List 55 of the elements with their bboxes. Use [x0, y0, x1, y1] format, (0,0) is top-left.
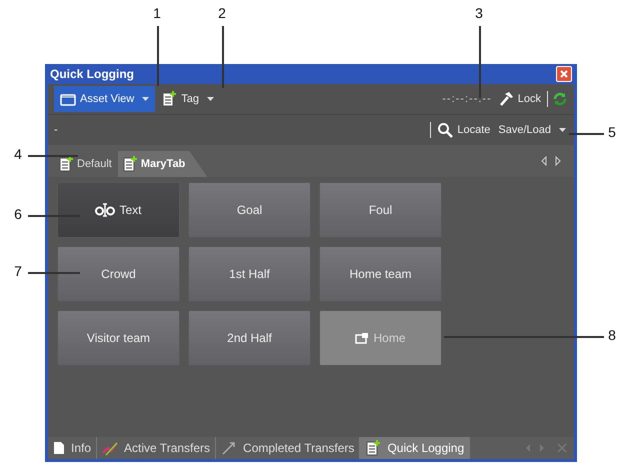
callout-number: 6	[13, 206, 23, 222]
callout-number: 4	[13, 146, 23, 162]
transfer-icon	[221, 440, 238, 456]
caret-icon	[559, 128, 566, 132]
hammer-icon	[498, 91, 514, 107]
leader-line	[479, 26, 481, 98]
panel-tab[interactable]: Active Transfers	[97, 437, 216, 459]
locate-button[interactable]: Locate	[435, 122, 492, 138]
refresh-icon[interactable]	[552, 91, 568, 107]
save-load-button[interactable]: Save/Load	[496, 124, 568, 136]
leader-line	[569, 133, 604, 135]
log-button[interactable]: Crowd	[57, 246, 180, 302]
leader-line	[157, 26, 159, 86]
notepad-icon	[365, 440, 382, 456]
leader-line	[28, 272, 80, 274]
leader-line	[222, 26, 224, 88]
folder-icon	[60, 92, 76, 106]
window-title: Quick Logging	[50, 67, 134, 81]
tag-button[interactable]: Tag	[159, 91, 216, 107]
log-button[interactable]: Home	[319, 310, 442, 366]
asset-view-button[interactable]: Asset View	[54, 86, 156, 112]
search-icon	[437, 122, 454, 138]
caret-icon	[142, 97, 150, 101]
text-cursor-icon	[95, 203, 116, 217]
callout-number: 1	[152, 5, 162, 21]
callout-number: 7	[13, 263, 23, 279]
callout-number: 5	[607, 124, 617, 140]
close-icon	[559, 69, 569, 79]
callout-number: 2	[217, 5, 227, 21]
log-button[interactable]: 2nd Half	[188, 310, 311, 366]
log-button[interactable]: Foul	[319, 182, 442, 238]
notepad-icon	[122, 156, 138, 172]
notepad-icon	[58, 156, 74, 172]
lock-button[interactable]: Lock	[496, 91, 543, 107]
log-button[interactable]: Home team	[319, 246, 442, 302]
notepad-icon	[161, 91, 178, 107]
log-button[interactable]: 1st Half	[188, 246, 311, 302]
status-text: -	[54, 124, 58, 136]
callout-number: 3	[474, 5, 484, 21]
log-button[interactable]: Goal	[188, 182, 311, 238]
transfer-icon	[102, 440, 118, 456]
log-button[interactable]: Visitor team	[57, 310, 180, 366]
leader-line	[28, 155, 78, 157]
close-button[interactable]	[556, 66, 572, 82]
panel-tab[interactable]: Info	[48, 437, 98, 459]
panel-tab[interactable]: Quick Logging	[360, 437, 470, 459]
leader-line	[28, 215, 80, 217]
timecode: --:--:--:--	[442, 93, 492, 105]
folder-icon	[355, 332, 370, 344]
caret-icon	[206, 97, 214, 101]
log-button[interactable]: Text	[57, 182, 180, 238]
scroll-arrows-icon[interactable]	[540, 156, 562, 166]
callout-number: 8	[607, 327, 617, 343]
tab[interactable]: MaryTab	[118, 151, 208, 177]
page-icon	[53, 441, 65, 455]
